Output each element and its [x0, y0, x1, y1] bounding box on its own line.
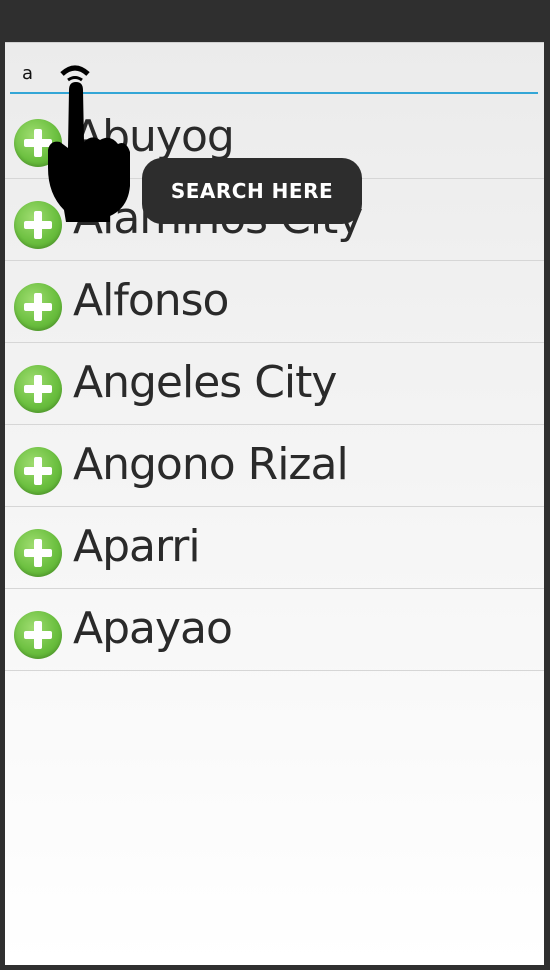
- add-circle-icon[interactable]: [14, 365, 62, 413]
- list-item-label: Angono Rizal: [73, 439, 349, 490]
- list-item[interactable]: Apayao: [5, 589, 544, 671]
- list-item[interactable]: Alfonso: [5, 261, 544, 343]
- list-item[interactable]: Aparri: [5, 507, 544, 589]
- add-circle-icon[interactable]: [14, 447, 62, 495]
- list-item[interactable]: Angeles City: [5, 343, 544, 425]
- add-circle-icon[interactable]: [14, 611, 62, 659]
- add-circle-icon[interactable]: [14, 283, 62, 331]
- add-circle-icon[interactable]: [14, 529, 62, 577]
- status-bar: [0, 0, 550, 42]
- list-item[interactable]: Angono Rizal: [5, 425, 544, 507]
- list-item-label: Apayao: [73, 603, 233, 654]
- tooltip-text: SEARCH HERE: [170, 179, 334, 203]
- list-item-label: Aparri: [73, 521, 201, 572]
- list-item-label: Angeles City: [73, 357, 337, 408]
- list-item-label: Alfonso: [73, 275, 229, 326]
- pointing-hand-icon: [48, 65, 130, 222]
- search-hint-tooltip: SEARCH HERE: [142, 158, 362, 224]
